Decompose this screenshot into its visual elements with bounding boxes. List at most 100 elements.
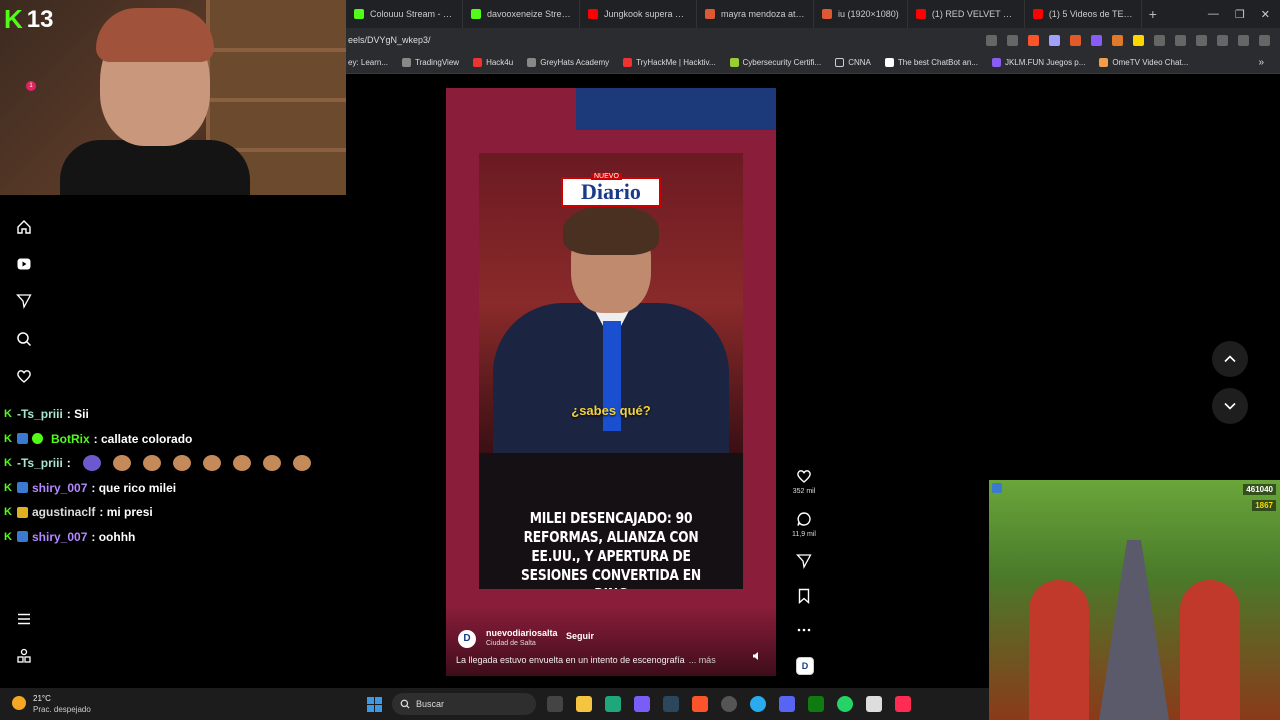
browser-tab[interactable]: Jungkook supera a cele — [580, 0, 697, 28]
like-heart-icon[interactable] — [796, 468, 812, 484]
kick-badge-icon: K — [4, 481, 12, 494]
chevron-up-icon — [1224, 355, 1236, 363]
reels-icon[interactable] — [16, 256, 32, 272]
new-tab-button[interactable]: + — [1142, 6, 1164, 22]
tab-favicon-icon — [915, 9, 926, 19]
rewards-icon[interactable] — [1049, 34, 1060, 46]
chat-text: : — [66, 456, 71, 471]
chat-message: K -Ts_priii : Sii — [4, 402, 344, 427]
vscode-icon[interactable] — [605, 696, 621, 712]
bookmark-item[interactable]: TradingView — [402, 58, 459, 67]
chat-username[interactable]: BotRix — [51, 432, 90, 446]
home-icon[interactable] — [16, 219, 32, 235]
bookmarks-more-button[interactable]: » — [1258, 57, 1280, 68]
obs-icon[interactable] — [721, 696, 737, 712]
browser-tab[interactable]: Colouuu Stream - Wat — [346, 0, 463, 28]
menu-icon[interactable] — [1259, 34, 1270, 46]
bookmark-label: OmeTV Video Chat... — [1112, 58, 1189, 67]
bookmark-item[interactable]: GreyHats Academy — [527, 58, 609, 67]
previous-reel-button[interactable] — [1212, 341, 1248, 377]
browser-tab[interactable]: iu (1920×1080) — [814, 0, 908, 28]
search-icon[interactable] — [16, 331, 32, 347]
extension-icon[interactable] — [1154, 34, 1165, 46]
account-name[interactable]: nuevodiariosalta — [486, 628, 558, 638]
obsidian-icon[interactable] — [634, 696, 650, 712]
browser-tab[interactable]: davooxeneize Stream — [463, 0, 580, 28]
webcam-body — [60, 140, 250, 195]
extensions-puzzle-icon[interactable] — [1175, 34, 1186, 46]
reel-caption[interactable]: La llegada estuvo envuelta en un intento… — [456, 655, 716, 665]
chat-username[interactable]: shiry_007 — [32, 481, 87, 495]
steam-icon[interactable] — [663, 696, 679, 712]
share-icon[interactable] — [1007, 34, 1018, 46]
bookmark-item[interactable]: CNNA — [835, 58, 871, 67]
xbox-icon[interactable] — [808, 696, 824, 712]
bookmark-item[interactable]: OmeTV Video Chat... — [1099, 58, 1188, 67]
more-apps-icon[interactable] — [16, 648, 32, 664]
subscriber-badge-icon — [17, 531, 28, 543]
heart-icon[interactable] — [16, 368, 32, 384]
weather-condition[interactable]: Prac. despejado — [33, 705, 91, 714]
taskbar-apps — [547, 696, 911, 712]
chat-username[interactable]: agustinaclf — [32, 505, 95, 519]
bookmark-item[interactable]: TryHackMe | Hacktiv... — [623, 58, 716, 67]
telegram-icon[interactable] — [750, 696, 766, 712]
volume-icon[interactable] — [752, 651, 762, 661]
emote-icon — [172, 455, 191, 472]
emote-icon — [232, 455, 251, 472]
browser-tab[interactable]: mayra mendoza at Duc — [697, 0, 814, 28]
tiktok-icon[interactable] — [895, 696, 911, 712]
account-location[interactable]: Ciudad de Salta — [486, 640, 536, 647]
media-icon[interactable] — [1196, 34, 1207, 46]
brave-icon[interactable] — [692, 696, 708, 712]
discord-icon[interactable] — [779, 696, 795, 712]
url-field[interactable]: eels/DVYgN_wkep3/ — [348, 35, 431, 45]
bookmark-label: GreyHats Academy — [540, 58, 610, 67]
sidebar-icon[interactable] — [1217, 34, 1228, 46]
follow-button[interactable]: Seguir — [566, 631, 594, 641]
extension-icon[interactable] — [1091, 34, 1102, 46]
comment-icon[interactable] — [796, 511, 812, 527]
bookmark-item[interactable]: ey: Learn... — [348, 58, 388, 67]
bookmark-item[interactable]: Hack4u — [473, 58, 513, 67]
whatsapp-icon[interactable] — [837, 696, 853, 712]
capcut-icon[interactable] — [866, 696, 882, 712]
bookmark-item[interactable]: JKLM.FUN Juegos p... — [991, 58, 1085, 67]
chat-text: : mi presi — [99, 505, 153, 520]
taskbar-search[interactable]: Buscar — [392, 693, 536, 715]
direct-messages-icon[interactable] — [16, 293, 32, 309]
caption-more-link[interactable]: ... más — [689, 655, 716, 665]
more-options-icon[interactable] — [796, 622, 812, 638]
extension-icon[interactable] — [1133, 34, 1144, 46]
minimize-icon[interactable]: — — [1208, 8, 1219, 21]
account-avatar[interactable]: D — [458, 630, 476, 648]
weather-icon[interactable] — [12, 696, 26, 710]
close-icon[interactable]: ✕ — [1261, 8, 1270, 21]
restore-icon[interactable]: ❐ — [1235, 8, 1245, 21]
wallet-icon[interactable] — [1238, 34, 1249, 46]
comments-count: 11,9 mil — [792, 531, 816, 538]
bookmark-item[interactable]: Cybersecurity Certifi... — [729, 58, 821, 67]
browser-tab[interactable]: (1) RED VELVET SHAKE — [908, 0, 1025, 28]
extension-icon[interactable] — [1112, 34, 1123, 46]
windows-start-icon[interactable] — [367, 697, 382, 712]
save-bookmark-icon[interactable] — [796, 588, 812, 604]
chat-username[interactable]: -Ts_priii — [17, 407, 63, 421]
chat-username[interactable]: -Ts_priii — [17, 456, 63, 470]
game-track — [1099, 540, 1169, 720]
bookmark-item[interactable]: The best ChatBot an... — [884, 58, 978, 67]
chat-username[interactable]: shiry_007 — [32, 530, 87, 544]
brave-shield-icon[interactable] — [1028, 34, 1039, 46]
task-view-icon[interactable] — [547, 696, 563, 712]
file-explorer-icon[interactable] — [576, 696, 592, 712]
audio-source-avatar[interactable]: D — [796, 657, 814, 675]
reel-video[interactable]: Diario NUEVO ¿sabes qué? MILEI DESENCAJA… — [446, 88, 776, 676]
screen-icon[interactable] — [986, 34, 997, 46]
menu-hamburger-icon[interactable] — [16, 611, 32, 627]
extension-icon[interactable] — [1070, 34, 1081, 46]
tab-label: davooxeneize Stream — [487, 9, 571, 19]
browser-tab[interactable]: (1) 5 Videos de TERRO — [1025, 0, 1142, 28]
share-icon[interactable] — [796, 553, 812, 569]
weather-temperature[interactable]: 21°C — [33, 694, 51, 703]
next-reel-button[interactable] — [1212, 388, 1248, 424]
